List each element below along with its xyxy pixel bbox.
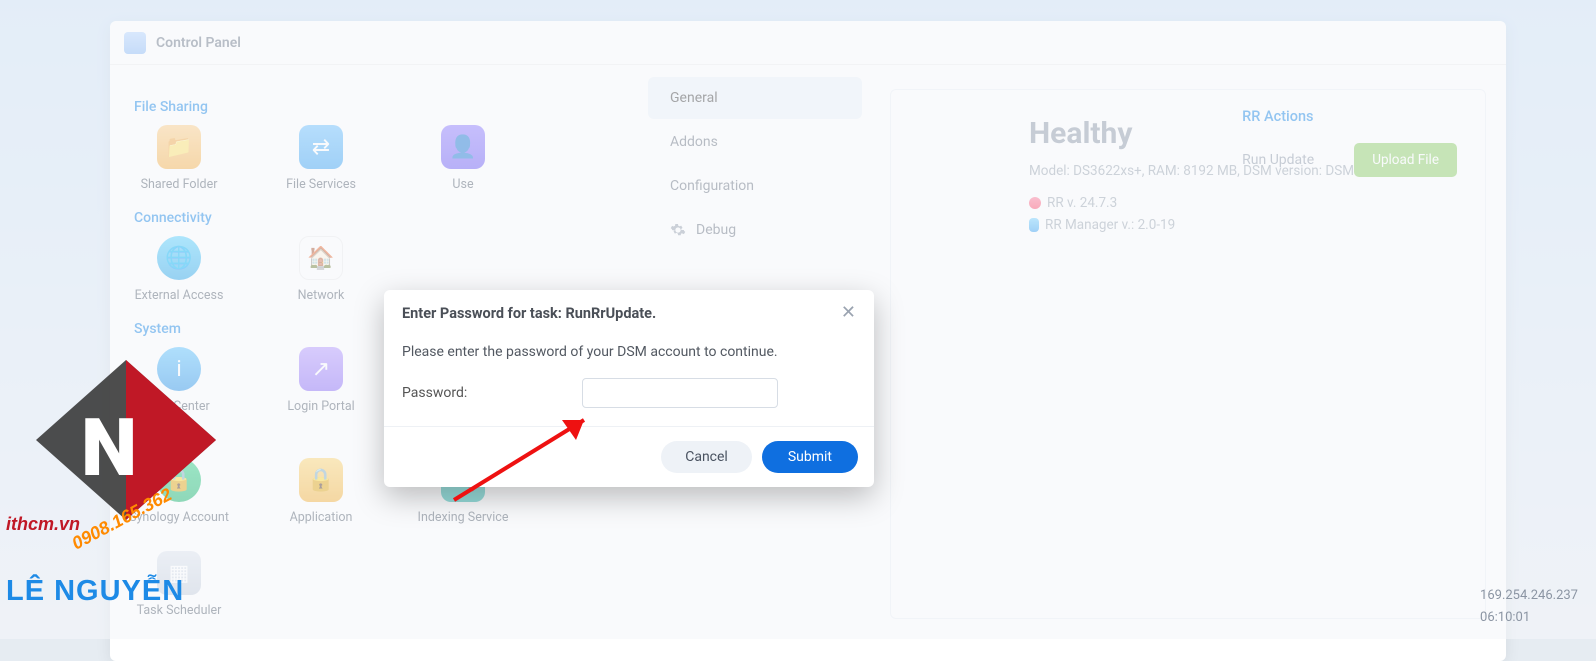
- bottom-meta: 169.254.246.237 06:10:01: [1480, 585, 1578, 629]
- meta-ip: 169.254.246.237: [1480, 585, 1578, 607]
- password-label: Password:: [402, 385, 562, 401]
- cancel-button[interactable]: Cancel: [661, 441, 752, 473]
- password-input[interactable]: [582, 378, 778, 408]
- close-icon[interactable]: ✕: [841, 304, 856, 322]
- password-modal: Enter Password for task: RunRrUpdate. ✕ …: [384, 290, 874, 487]
- modal-prompt: Please enter the password of your DSM ac…: [402, 344, 856, 360]
- modal-title: Enter Password for task: RunRrUpdate.: [402, 305, 656, 322]
- meta-time: 06:10:01: [1480, 607, 1578, 629]
- submit-button[interactable]: Submit: [762, 441, 858, 473]
